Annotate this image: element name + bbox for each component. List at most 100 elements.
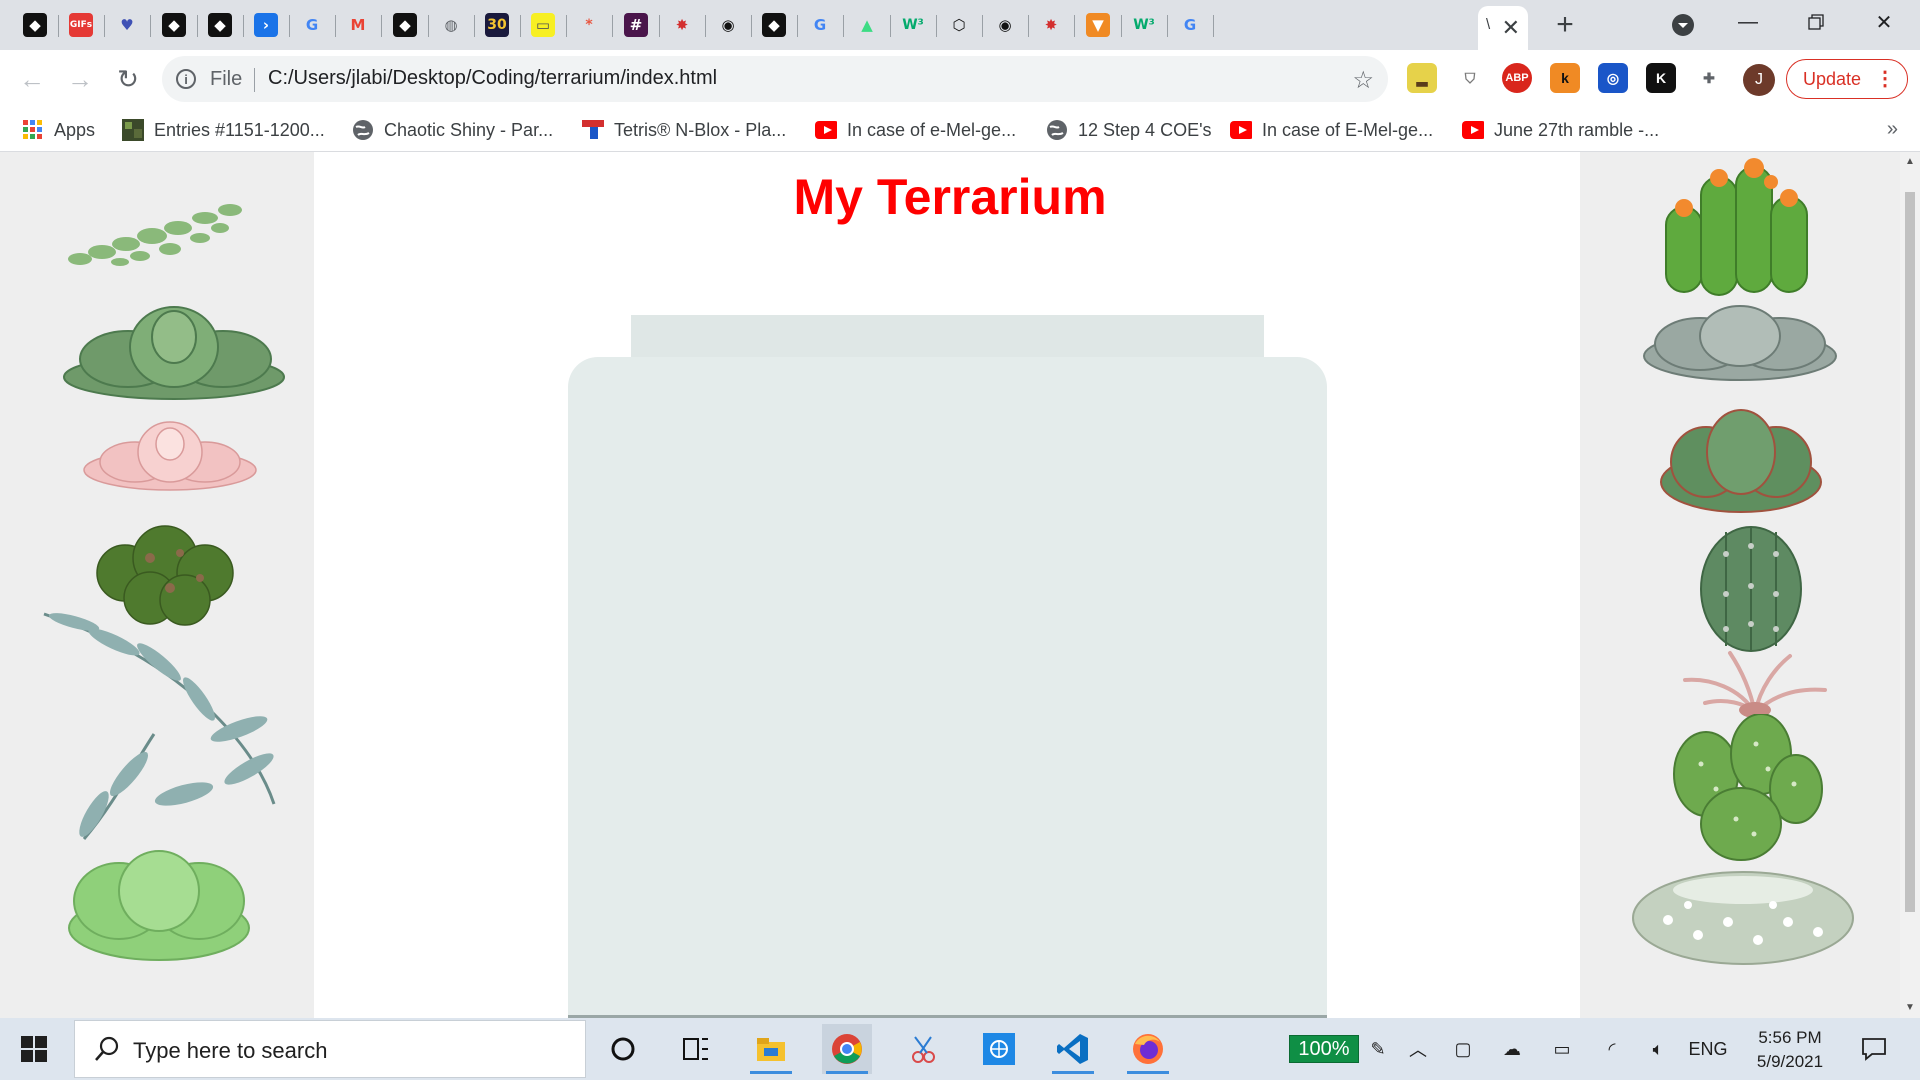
close-window-button[interactable]: ✕: [1850, 0, 1918, 44]
show-hidden-icons-icon[interactable]: ︿: [1405, 1036, 1431, 1062]
minimize-button[interactable]: —: [1714, 0, 1782, 44]
tab-26[interactable]: G: [1171, 6, 1209, 44]
clock-time: 5:56 PM: [1758, 1028, 1822, 1047]
plant-flowering-cactus[interactable]: [1646, 152, 1826, 302]
plant-barrel-cactus[interactable]: [1696, 524, 1806, 654]
clock[interactable]: 5:56 PM 5/9/2021: [1740, 1026, 1840, 1074]
tab-6[interactable]: ›: [247, 6, 285, 44]
tab-16[interactable]: ◉: [709, 6, 747, 44]
bookmark-star-icon[interactable]: ☆: [1352, 66, 1374, 95]
tab-11[interactable]: 30: [478, 6, 516, 44]
url-text[interactable]: C:/Users/jlabi/Desktop/Coding/terrarium/…: [268, 67, 717, 90]
start-button[interactable]: [14, 1032, 54, 1066]
snip-button[interactable]: [898, 1024, 948, 1074]
bookmark-item[interactable]: Apps: [22, 118, 95, 142]
restore-button[interactable]: [1782, 0, 1850, 44]
swirl-extension-icon[interactable]: ◎: [1598, 63, 1628, 93]
plant-grey-rosette[interactable]: [1640, 296, 1840, 396]
tab-20[interactable]: W³: [894, 6, 932, 44]
tab-25[interactable]: W³: [1125, 6, 1163, 44]
profile-avatar[interactable]: J: [1743, 64, 1775, 96]
terrarium-extension-icon[interactable]: ▂: [1407, 63, 1437, 93]
bookmark-item[interactable]: 12 Step 4 COE's: [1046, 118, 1212, 142]
chrome-taskbar-button[interactable]: [822, 1024, 872, 1074]
plant-rosette[interactable]: [58, 297, 290, 409]
plant-eucalyptus[interactable]: [34, 604, 294, 844]
bookmarks-overflow-icon[interactable]: »: [1887, 118, 1898, 141]
meet-now-icon[interactable]: ▢: [1450, 1036, 1476, 1062]
scroll-down-arrow-icon[interactable]: ▼: [1904, 1002, 1916, 1014]
bookmark-item[interactable]: June 27th ramble -...: [1462, 118, 1659, 142]
tab-18[interactable]: G: [801, 6, 839, 44]
tab-14[interactable]: #: [617, 6, 655, 44]
tab-15[interactable]: ✸: [663, 6, 701, 44]
bookmark-label: Apps: [54, 119, 96, 140]
plant-echeveria[interactable]: [1656, 402, 1826, 522]
tab-strip: ◆ GIFs ♥ ◆ ◆ › G M ◆ ◍ 30 ▭ * # ✸ ◉ ◆ G ▲ W³ ⬡ ◉ ✸ ▼ W³ G \ ✕ + —…: [0, 0, 1920, 50]
tab-5[interactable]: ◆: [201, 6, 239, 44]
tab-search-button[interactable]: [1668, 10, 1698, 40]
address-bar[interactable]: i File C:/Users/jlabi/Desktop/Coding/ter…: [162, 56, 1388, 102]
tab-9[interactable]: ◆: [386, 6, 424, 44]
plant-pink-succulent[interactable]: [80, 414, 260, 498]
k-black-extension-icon[interactable]: K: [1646, 63, 1676, 93]
file-explorer-button[interactable]: [746, 1024, 796, 1074]
adblock-plus-icon[interactable]: ABP: [1502, 63, 1532, 93]
cortana-button[interactable]: [598, 1024, 648, 1074]
tab-23[interactable]: ✸: [1032, 6, 1070, 44]
back-button[interactable]: ←: [14, 61, 50, 97]
plant-jade[interactable]: [64, 846, 254, 966]
info-icon[interactable]: i: [176, 69, 196, 89]
battery-icon[interactable]: ▭: [1548, 1036, 1576, 1062]
task-view-button[interactable]: [671, 1024, 721, 1074]
tab-13[interactable]: *: [570, 6, 608, 44]
cortana-icon: [611, 1037, 635, 1061]
close-tab-icon[interactable]: ✕: [1502, 15, 1520, 41]
forward-button[interactable]: →: [62, 61, 98, 97]
zoom-badge[interactable]: 100%: [1289, 1035, 1359, 1063]
tab-19[interactable]: ▲: [848, 6, 886, 44]
language-indicator[interactable]: ENG: [1688, 1036, 1728, 1062]
bookmark-item[interactable]: In case of E-Mel-ge...: [1230, 118, 1433, 142]
notification-center-button[interactable]: [1856, 1036, 1892, 1062]
update-button[interactable]: Update ⋮: [1786, 59, 1908, 99]
tab-21[interactable]: ⬡: [940, 6, 978, 44]
tab-4[interactable]: ◆: [155, 6, 193, 44]
scroll-up-arrow-icon[interactable]: ▲: [1904, 156, 1916, 168]
tab-2[interactable]: GIFs: [62, 6, 100, 44]
bookmark-item[interactable]: Entries #1151-1200...: [122, 118, 325, 142]
volume-icon[interactable]: 🔈︎: [1644, 1036, 1672, 1062]
tab-7[interactable]: G: [293, 6, 331, 44]
tab-24[interactable]: ▼: [1079, 6, 1117, 44]
tab-active[interactable]: \ ✕: [1478, 6, 1528, 50]
firefox-button[interactable]: [1123, 1024, 1173, 1074]
vertical-scrollbar[interactable]: ▲ ▼: [1900, 152, 1920, 1018]
tab-12[interactable]: ▭: [524, 6, 562, 44]
scroll-thumb[interactable]: [1905, 192, 1915, 912]
tab-3[interactable]: ♥: [108, 6, 146, 44]
tab-22[interactable]: ◉: [986, 6, 1024, 44]
network-app-button[interactable]: [974, 1024, 1024, 1074]
onedrive-icon[interactable]: ☁: [1498, 1036, 1526, 1062]
tab-1[interactable]: ◆: [16, 6, 54, 44]
wifi-icon[interactable]: ◜: [1598, 1036, 1626, 1062]
new-tab-button[interactable]: +: [1548, 8, 1582, 42]
k-extension-icon[interactable]: k: [1550, 63, 1580, 93]
vscode-button[interactable]: [1048, 1024, 1098, 1074]
bookmark-item[interactable]: Chaotic Shiny - Par...: [352, 118, 553, 142]
snip-icon: [912, 1036, 935, 1063]
puzzle-extensions-icon[interactable]: ✚: [1694, 63, 1724, 93]
bookmark-label: Chaotic Shiny - Par...: [384, 119, 554, 140]
tab-17[interactable]: ◆: [755, 6, 793, 44]
bookmark-item[interactable]: Tetris® N-Blox - Pla...: [582, 118, 786, 142]
tab-8[interactable]: M: [339, 6, 377, 44]
shield-extension-icon[interactable]: ⛉: [1455, 63, 1485, 93]
taskbar-search-input[interactable]: Type here to search: [74, 1020, 586, 1078]
bookmark-item[interactable]: In case of e-Mel-ge...: [815, 118, 1016, 142]
tab-10[interactable]: ◍: [432, 6, 470, 44]
reload-button[interactable]: ↻: [110, 61, 146, 97]
plant-prickly-pear[interactable]: [1656, 714, 1826, 864]
plant-snowball-cactus[interactable]: [1628, 860, 1858, 970]
plant-air-plant[interactable]: [1680, 648, 1830, 718]
pen-tray-icon[interactable]: ✎: [1368, 1036, 1388, 1062]
